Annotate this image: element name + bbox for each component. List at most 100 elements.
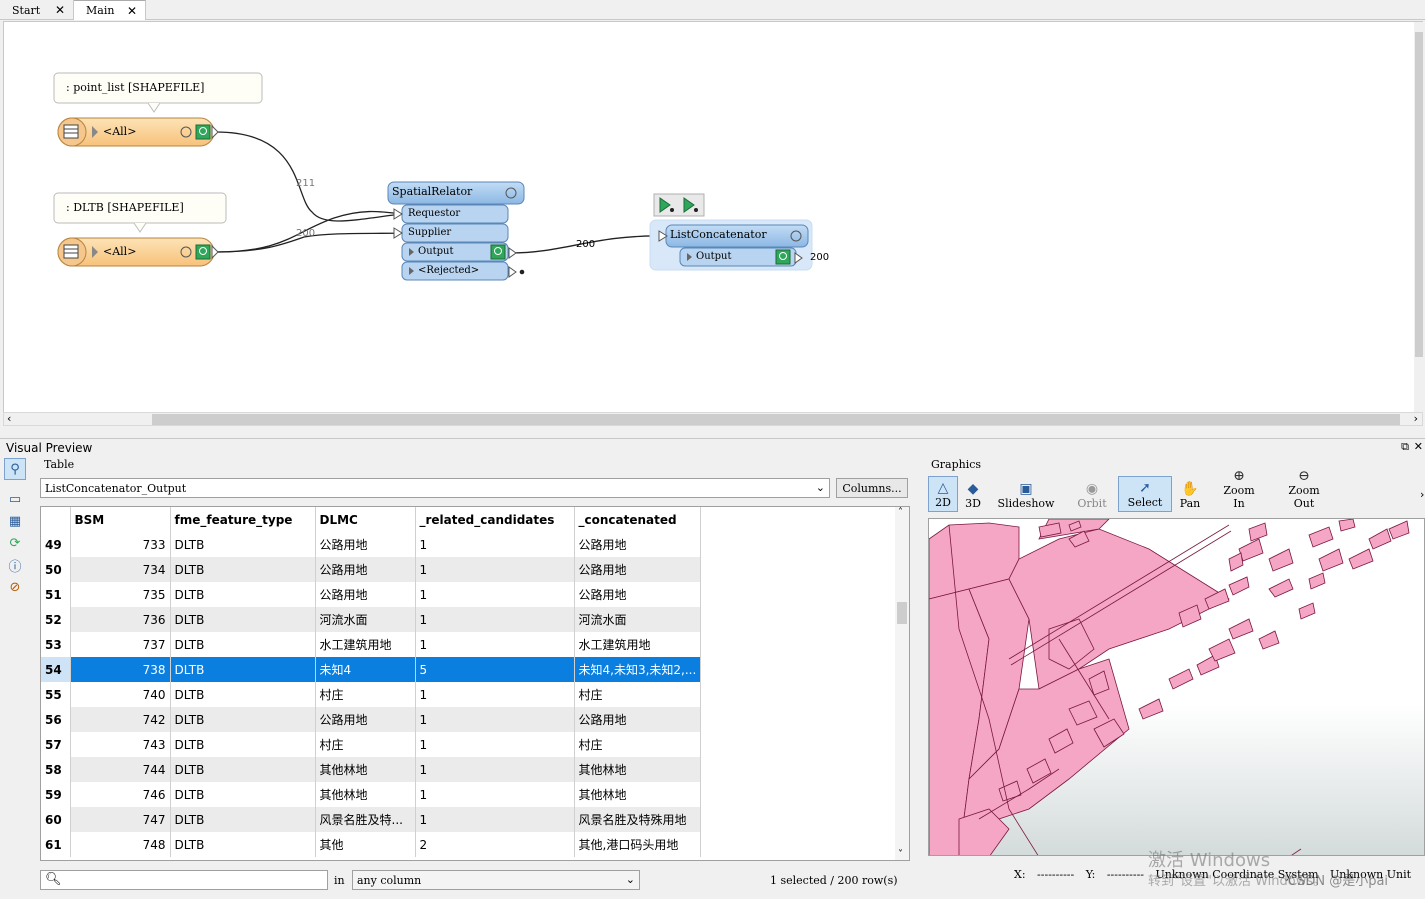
cell-concatenated[interactable]: 其他林地 [574, 757, 702, 782]
cell-feature-type[interactable]: DLTB [170, 657, 316, 682]
port-label[interactable]: <Rejected> [418, 265, 479, 276]
row-number[interactable]: 59 [41, 782, 71, 807]
cell-concatenated[interactable]: 村庄 [574, 732, 702, 757]
cell-concatenated[interactable]: 公路用地 [574, 557, 702, 582]
cell-dlmc[interactable]: 公路用地 [315, 707, 416, 732]
row-number[interactable]: 61 [41, 832, 71, 857]
cell-concatenated[interactable]: 村庄 [574, 682, 702, 707]
cell-dlmc[interactable]: 风景名胜及特... [315, 807, 416, 832]
cell-dlmc[interactable]: 村庄 [315, 732, 416, 757]
tab-main[interactable]: Main ✕ [74, 0, 146, 20]
cell-bsm[interactable]: 740 [70, 682, 171, 707]
info-icon[interactable]: ⓘ [4, 554, 26, 576]
cell-related-candidates[interactable]: 5 [415, 657, 575, 682]
cell-related-candidates[interactable]: 1 [415, 782, 575, 807]
table-row[interactable]: 59 746 DLTB 其他林地 1 其他林地 [41, 782, 702, 807]
row-number[interactable]: 56 [41, 707, 71, 732]
refresh-icon[interactable]: ⟳ [4, 532, 26, 554]
cell-concatenated[interactable]: 公路用地 [574, 532, 702, 557]
cell-related-candidates[interactable]: 1 [415, 607, 575, 632]
row-number[interactable]: 50 [41, 557, 71, 582]
search-input[interactable]: 🔍︎ [40, 870, 328, 890]
port-label[interactable]: Supplier [408, 227, 451, 238]
cell-bsm[interactable]: 738 [70, 657, 171, 682]
cell-concatenated[interactable]: 公路用地 [574, 707, 702, 732]
cell-feature-type[interactable]: DLTB [170, 807, 316, 832]
zoom-out-button[interactable]: ⊖ Zoom Out [1278, 468, 1330, 512]
table-row[interactable]: 50 734 DLTB 公路用地 1 公路用地 [41, 557, 702, 582]
column-header[interactable]: BSM [70, 507, 171, 532]
table-row[interactable]: 51 735 DLTB 公路用地 1 公路用地 [41, 582, 702, 607]
cell-related-candidates[interactable]: 1 [415, 707, 575, 732]
chevron-right-icon[interactable]: › [1420, 488, 1424, 501]
tab-start[interactable]: Start ✕ [0, 0, 74, 20]
table-row[interactable]: 49 733 DLTB 公路用地 1 公路用地 [41, 532, 702, 557]
inspect-icon[interactable]: ⚲ [4, 458, 26, 480]
cell-dlmc[interactable]: 其他林地 [315, 782, 416, 807]
column-header[interactable]: _related_candidates [415, 507, 575, 532]
cell-dlmc[interactable]: 未知4 [315, 657, 416, 682]
row-number[interactable]: 57 [41, 732, 71, 757]
row-number[interactable]: 58 [41, 757, 71, 782]
cell-feature-type[interactable]: DLTB [170, 682, 316, 707]
eye-icon[interactable]: ⊘ [4, 576, 26, 598]
cell-bsm[interactable]: 735 [70, 582, 171, 607]
cell-bsm[interactable]: 744 [70, 757, 171, 782]
table-selector[interactable]: ListConcatenator_Output ⌄ [40, 478, 830, 498]
map-view[interactable] [928, 518, 1425, 856]
table-icon[interactable]: ▦ [4, 510, 26, 532]
table-row[interactable]: 58 744 DLTB 其他林地 1 其他林地 [41, 757, 702, 782]
table-row[interactable]: 60 747 DLTB 风景名胜及特... 1 风景名胜及特殊用地 [41, 807, 702, 832]
cell-related-candidates[interactable]: 1 [415, 682, 575, 707]
cell-feature-type[interactable]: DLTB [170, 632, 316, 657]
port-label[interactable]: Output [696, 251, 732, 262]
table-row[interactable]: 61 748 DLTB 其他 2 其他,港口码头用地 [41, 832, 702, 857]
table-row[interactable]: 56 742 DLTB 公路用地 1 公路用地 [41, 707, 702, 732]
column-header[interactable]: _concatenated [574, 507, 702, 532]
row-number[interactable]: 49 [41, 532, 71, 557]
chevron-right-icon[interactable]: › [1414, 412, 1418, 425]
table-vertical-scrollbar[interactable]: ˄ ˅ [895, 507, 909, 860]
zoom-in-button[interactable]: ⊕ Zoom In [1216, 468, 1262, 512]
cell-bsm[interactable]: 747 [70, 807, 171, 832]
reader-port-label[interactable]: <All> [103, 125, 136, 138]
float-icon[interactable]: ⧉ [1401, 440, 1409, 454]
cell-related-candidates[interactable]: 2 [415, 832, 575, 857]
cell-bsm[interactable]: 743 [70, 732, 171, 757]
port-label[interactable]: Output [418, 246, 454, 257]
chevron-down-icon[interactable]: ˅ [898, 849, 903, 860]
columns-button[interactable]: Columns... [836, 478, 908, 498]
cell-bsm[interactable]: 746 [70, 782, 171, 807]
cell-concatenated[interactable]: 风景名胜及特殊用地 [574, 807, 702, 832]
column-header[interactable]: DLMC [315, 507, 416, 532]
cell-related-candidates[interactable]: 1 [415, 632, 575, 657]
cell-concatenated[interactable]: 其他,港口码头用地 [574, 832, 702, 857]
cell-bsm[interactable]: 742 [70, 707, 171, 732]
table-row[interactable]: 53 737 DLTB 水工建筑用地 1 水工建筑用地 [41, 632, 702, 657]
row-number[interactable]: 51 [41, 582, 71, 607]
chevron-up-icon[interactable]: ˄ [898, 507, 903, 518]
cell-bsm[interactable]: 736 [70, 607, 171, 632]
3d-button[interactable]: ◆ 3D [960, 476, 986, 512]
cell-feature-type[interactable]: DLTB [170, 607, 316, 632]
table-row[interactable]: 55 740 DLTB 村庄 1 村庄 [41, 682, 702, 707]
slideshow-button[interactable]: ▣ Slideshow [994, 476, 1058, 512]
cell-concatenated[interactable]: 未知4,未知3,未知2,... [574, 657, 702, 682]
close-icon[interactable]: ✕ [1414, 440, 1423, 453]
cell-related-candidates[interactable]: 1 [415, 732, 575, 757]
select-button[interactable]: ➚ Select [1118, 476, 1172, 512]
cell-feature-type[interactable]: DLTB [170, 757, 316, 782]
cell-feature-type[interactable]: DLTB [170, 532, 316, 557]
cell-feature-type[interactable]: DLTB [170, 782, 316, 807]
data-table[interactable]: BSM fme_feature_type DLMC _related_candi… [40, 506, 910, 861]
cell-dlmc[interactable]: 村庄 [315, 682, 416, 707]
close-icon[interactable]: ✕ [127, 4, 137, 18]
orbit-button[interactable]: ◉ Orbit [1072, 476, 1112, 512]
table-row[interactable]: 52 736 DLTB 河流水面 1 河流水面 [41, 607, 702, 632]
workspace-canvas[interactable]: : point_list [SHAPEFILE] : DLTB [SHAPEFI… [3, 21, 1423, 413]
cell-dlmc[interactable]: 河流水面 [315, 607, 416, 632]
cell-bsm[interactable]: 748 [70, 832, 171, 857]
cell-related-candidates[interactable]: 1 [415, 807, 575, 832]
cell-related-candidates[interactable]: 1 [415, 532, 575, 557]
cell-bsm[interactable]: 734 [70, 557, 171, 582]
